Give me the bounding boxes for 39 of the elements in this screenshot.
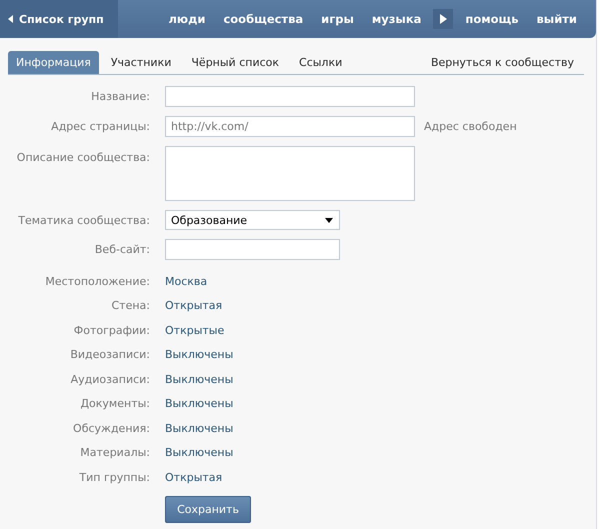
- status-text: Адрес свободен: [424, 120, 517, 133]
- nav-link[interactable]: сообщества: [223, 12, 304, 26]
- setting-label: Обсуждения:: [72, 422, 151, 435]
- setting-link[interactable]: Открытая: [165, 470, 222, 484]
- nav-link[interactable]: выйти: [536, 12, 577, 26]
- tab[interactable]: Ссылки: [291, 51, 350, 74]
- setting-link[interactable]: Москва: [165, 274, 208, 288]
- tab[interactable]: Участники: [102, 51, 180, 74]
- field-label: Тематика сообщества:: [17, 214, 151, 226]
- setting-label: Стена:: [110, 299, 151, 312]
- setting-label: Аудиозаписи:: [70, 372, 151, 386]
- return-link[interactable]: Вернуться к сообществу: [420, 51, 584, 74]
- nav-link[interactable]: игры: [321, 12, 354, 26]
- setting-link[interactable]: Открытая: [165, 299, 222, 312]
- tab[interactable]: Информация: [8, 51, 99, 74]
- setting-link[interactable]: Выключены: [165, 348, 234, 362]
- setting-label: Видеозаписи:: [69, 348, 151, 362]
- input-field[interactable]: http://vk.com/: [165, 116, 415, 137]
- setting-link[interactable]: Выключены: [165, 397, 234, 410]
- tab[interactable]: Чёрный список: [183, 51, 288, 74]
- setting-label: Тип группы:: [78, 470, 151, 484]
- field-label: Название:: [90, 90, 151, 103]
- back-link[interactable]: Список групп: [0, 0, 118, 38]
- setting-link[interactable]: Выключены: [165, 372, 234, 386]
- field-label: Веб-сайт:: [94, 243, 151, 256]
- setting-label: Материалы:: [79, 446, 151, 460]
- setting-label: Документы:: [79, 397, 151, 410]
- setting-link[interactable]: Открытые: [165, 324, 224, 337]
- setting-link[interactable]: Выключены: [165, 422, 234, 435]
- setting-label: Фотографии:: [72, 324, 151, 337]
- nav-link[interactable]: помощь: [465, 12, 519, 26]
- setting-link[interactable]: Выключены: [165, 446, 234, 460]
- setting-label: Местоположение:: [44, 274, 151, 288]
- field-label: Описание сообщества:: [16, 150, 151, 164]
- nav-link[interactable]: музыка: [372, 12, 422, 26]
- nav-link[interactable]: люди: [168, 12, 206, 26]
- field-label: Адрес страницы:: [50, 120, 151, 133]
- select-field[interactable]: Образование: [165, 210, 340, 230]
- save-button[interactable]: Сохранить: [165, 496, 251, 522]
